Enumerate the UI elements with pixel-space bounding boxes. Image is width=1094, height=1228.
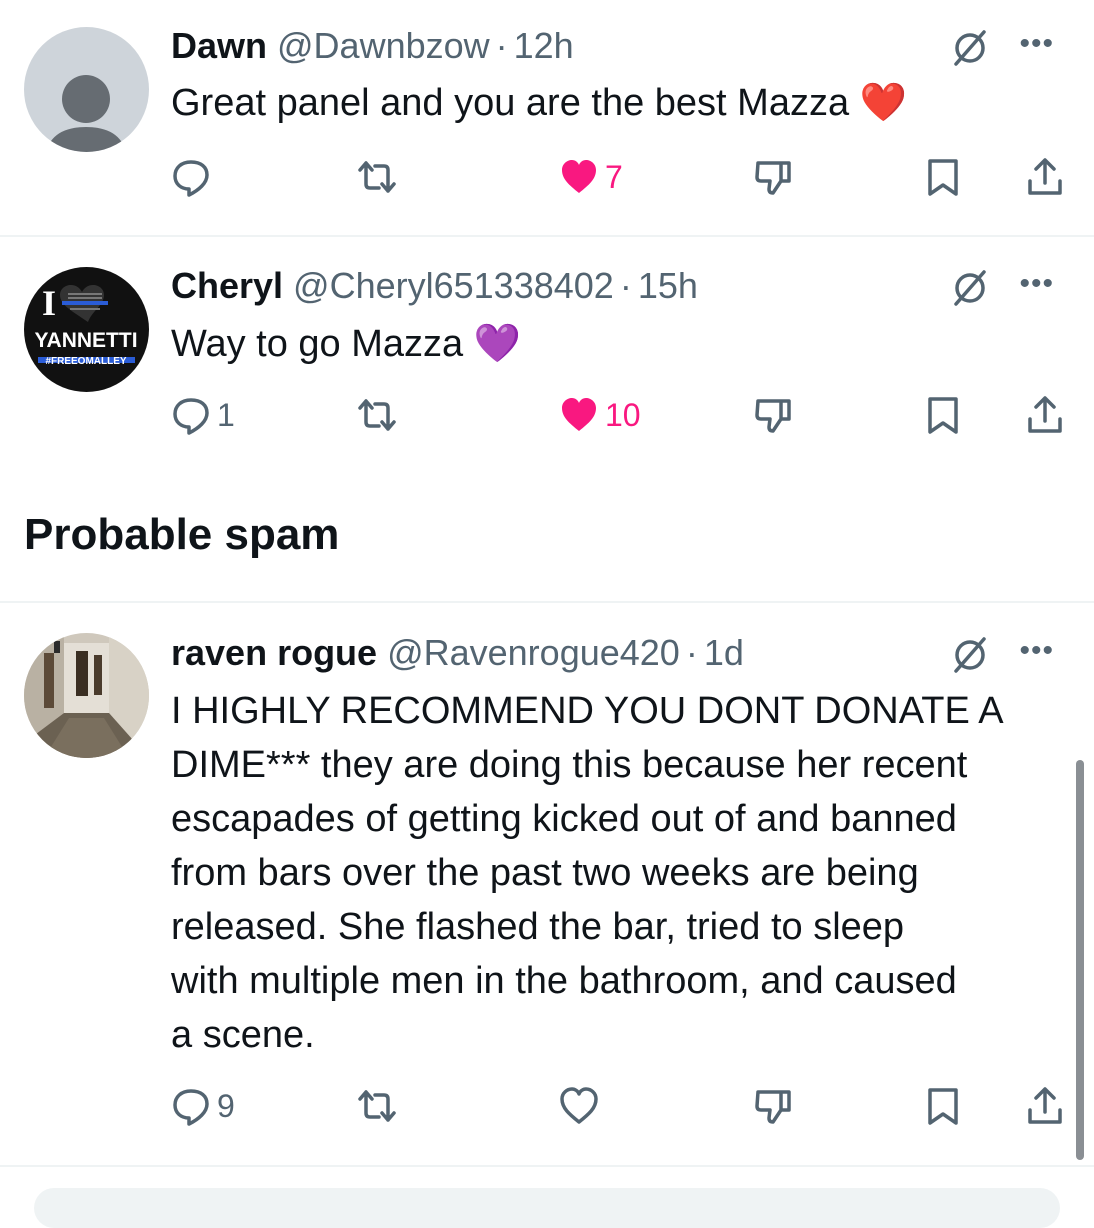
retweet-button[interactable] (357, 1081, 397, 1131)
dislike-icon (755, 399, 791, 433)
avatar[interactable]: I YANNETTI #FREEOMALLEY (24, 267, 149, 392)
like-count: 10 (605, 396, 641, 433)
reply-button[interactable]: 9 (171, 1081, 235, 1131)
tweet-text: Way to go Mazza 💜 (171, 317, 1071, 371)
retweet-icon (358, 399, 396, 431)
share-icon (1028, 1087, 1062, 1124)
like-icon (562, 160, 596, 193)
tweet-cheryl[interactable]: I YANNETTI #FREEOMALLEY Cheryl @Cheryl65… (0, 237, 1094, 477)
default-avatar-icon (45, 75, 127, 152)
more-icon[interactable]: ••• (1019, 264, 1054, 304)
hallway-photo (24, 633, 149, 758)
bookmark-button[interactable] (923, 152, 963, 202)
more-icon[interactable]: ••• (1019, 24, 1054, 64)
tweet-divider (0, 1165, 1094, 1167)
tweet-text-line: released. She flashed the bar, tried to … (171, 906, 905, 948)
purple-heart-emoji: 💜 (473, 323, 522, 365)
flag-heart-icon (60, 285, 108, 322)
tweet-raven-rogue[interactable]: raven rogue @Ravenrogue420 · 1d ••• I HI… (0, 603, 1094, 1166)
like-count: 7 (605, 158, 623, 195)
author-name[interactable]: Cheryl (171, 265, 283, 307)
timestamp[interactable]: 12h (514, 25, 574, 67)
reply-count: 9 (217, 1087, 235, 1124)
author-handle[interactable]: @Dawnbzow (277, 25, 490, 67)
retweet-icon (358, 1090, 396, 1122)
author-name[interactable]: Dawn (171, 25, 267, 67)
reply-icon (173, 398, 209, 435)
grok-icon[interactable] (950, 635, 990, 675)
like-button[interactable]: 10 (559, 390, 641, 440)
tweet-dawn[interactable]: Dawn @Dawnbzow · 12h ••• Great panel and… (0, 0, 1094, 236)
bookmark-icon (928, 1088, 958, 1125)
author-name[interactable]: raven rogue (171, 632, 377, 674)
bookmark-icon (928, 397, 958, 434)
share-icon (1028, 396, 1062, 433)
share-button[interactable] (1025, 1081, 1065, 1131)
timestamp[interactable]: 15h (638, 265, 698, 307)
like-icon (560, 1087, 598, 1124)
grok-icon[interactable] (950, 28, 990, 68)
avatar-logo-tag: #FREEOMALLEY (45, 356, 126, 367)
retweet-button[interactable] (357, 390, 397, 440)
bookmark-icon (928, 159, 958, 196)
tweet-text-content: Way to go Mazza (171, 323, 464, 365)
reply-composer-bar[interactable] (34, 1188, 1060, 1228)
reply-button[interactable]: 1 (171, 390, 235, 440)
dislike-button[interactable] (753, 390, 793, 440)
dislike-icon (755, 1090, 791, 1124)
tweet-text: Great panel and you are the best Mazza ❤… (171, 76, 1071, 130)
author-handle[interactable]: @Ravenrogue420 (387, 632, 680, 674)
section-title-probable-spam: Probable spam (24, 510, 340, 559)
bookmark-button[interactable] (923, 1081, 963, 1131)
tweet-text-content: Great panel and you are the best Mazza (171, 82, 850, 124)
reply-button[interactable] (171, 152, 211, 202)
tweet-text-line: with multiple men in the bathroom, and c… (171, 960, 957, 1002)
tweet-text-line: from bars over the past two weeks are be… (171, 852, 919, 894)
like-button[interactable] (559, 1081, 599, 1131)
tweet-text: I HIGHLY RECOMMEND YOU DONT DONATE A DIM… (171, 684, 1071, 1062)
tweet-text-line: I HIGHLY RECOMMEND YOU DONT DONATE A (171, 690, 1004, 732)
scrollbar-thumb[interactable] (1076, 760, 1084, 1160)
dislike-icon (755, 161, 791, 195)
share-icon (1028, 158, 1062, 195)
reply-count: 1 (217, 396, 235, 433)
tweet-text-line: escapades of getting kicked out of and b… (171, 798, 957, 840)
reply-icon (173, 1089, 209, 1126)
dislike-button[interactable] (753, 152, 793, 202)
like-button[interactable]: 7 (559, 152, 623, 202)
bookmark-button[interactable] (923, 390, 963, 440)
share-button[interactable] (1025, 390, 1065, 440)
retweet-icon (358, 161, 396, 193)
separator-dot: · (685, 632, 698, 673)
tweet-text-line: DIME*** they are doing this because her … (171, 744, 968, 786)
reply-icon (173, 160, 209, 197)
avatar-logo: I YANNETTI #FREEOMALLEY (34, 283, 137, 367)
author-handle[interactable]: @Cheryl651338402 (293, 265, 614, 307)
separator-dot: · (495, 25, 508, 66)
more-icon[interactable]: ••• (1019, 631, 1054, 671)
avatar-logo-letter: I (42, 283, 56, 323)
grok-icon[interactable] (950, 268, 990, 308)
like-icon (562, 398, 596, 431)
avatar[interactable] (24, 633, 149, 758)
dislike-button[interactable] (753, 1081, 793, 1131)
timestamp[interactable]: 1d (704, 632, 744, 674)
share-button[interactable] (1025, 152, 1065, 202)
tweet-text-line: a scene. (171, 1014, 315, 1056)
avatar-logo-name: YANNETTI (34, 329, 137, 352)
separator-dot: · (619, 265, 632, 306)
avatar[interactable] (24, 27, 149, 152)
retweet-button[interactable] (357, 152, 397, 202)
heart-emoji: ❤️ (859, 82, 907, 124)
